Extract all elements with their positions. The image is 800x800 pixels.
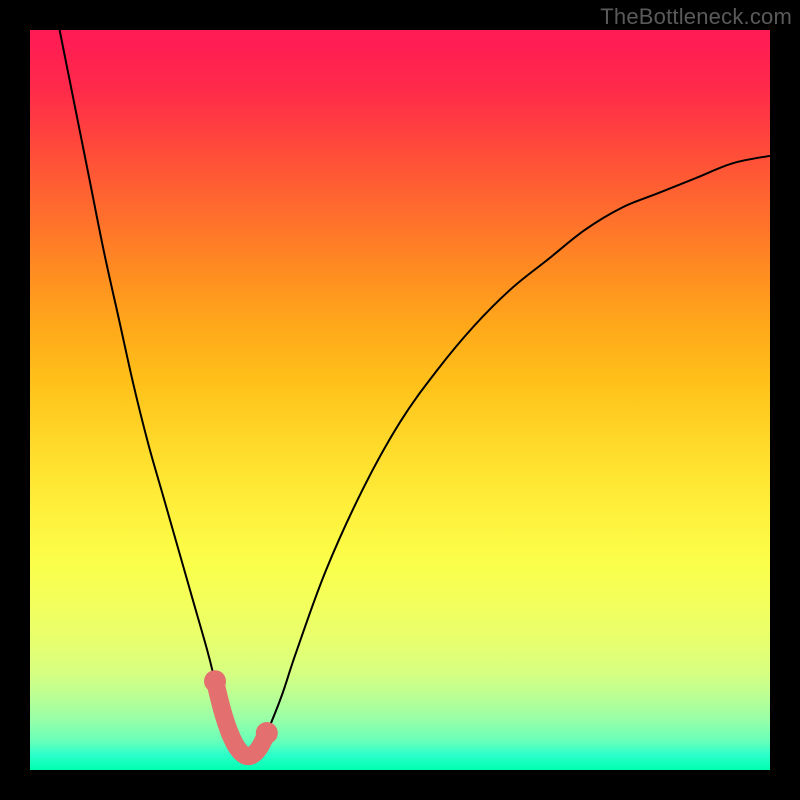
chart-frame: { "watermark": "TheBottleneck.com", "col… bbox=[0, 0, 800, 800]
highlight-region bbox=[215, 681, 267, 756]
bottleneck-curve bbox=[60, 30, 770, 756]
watermark-text: TheBottleneck.com bbox=[600, 4, 792, 30]
chart-svg bbox=[30, 30, 770, 770]
highlight-dot-left bbox=[204, 670, 226, 692]
highlight-dot-right bbox=[256, 722, 278, 744]
